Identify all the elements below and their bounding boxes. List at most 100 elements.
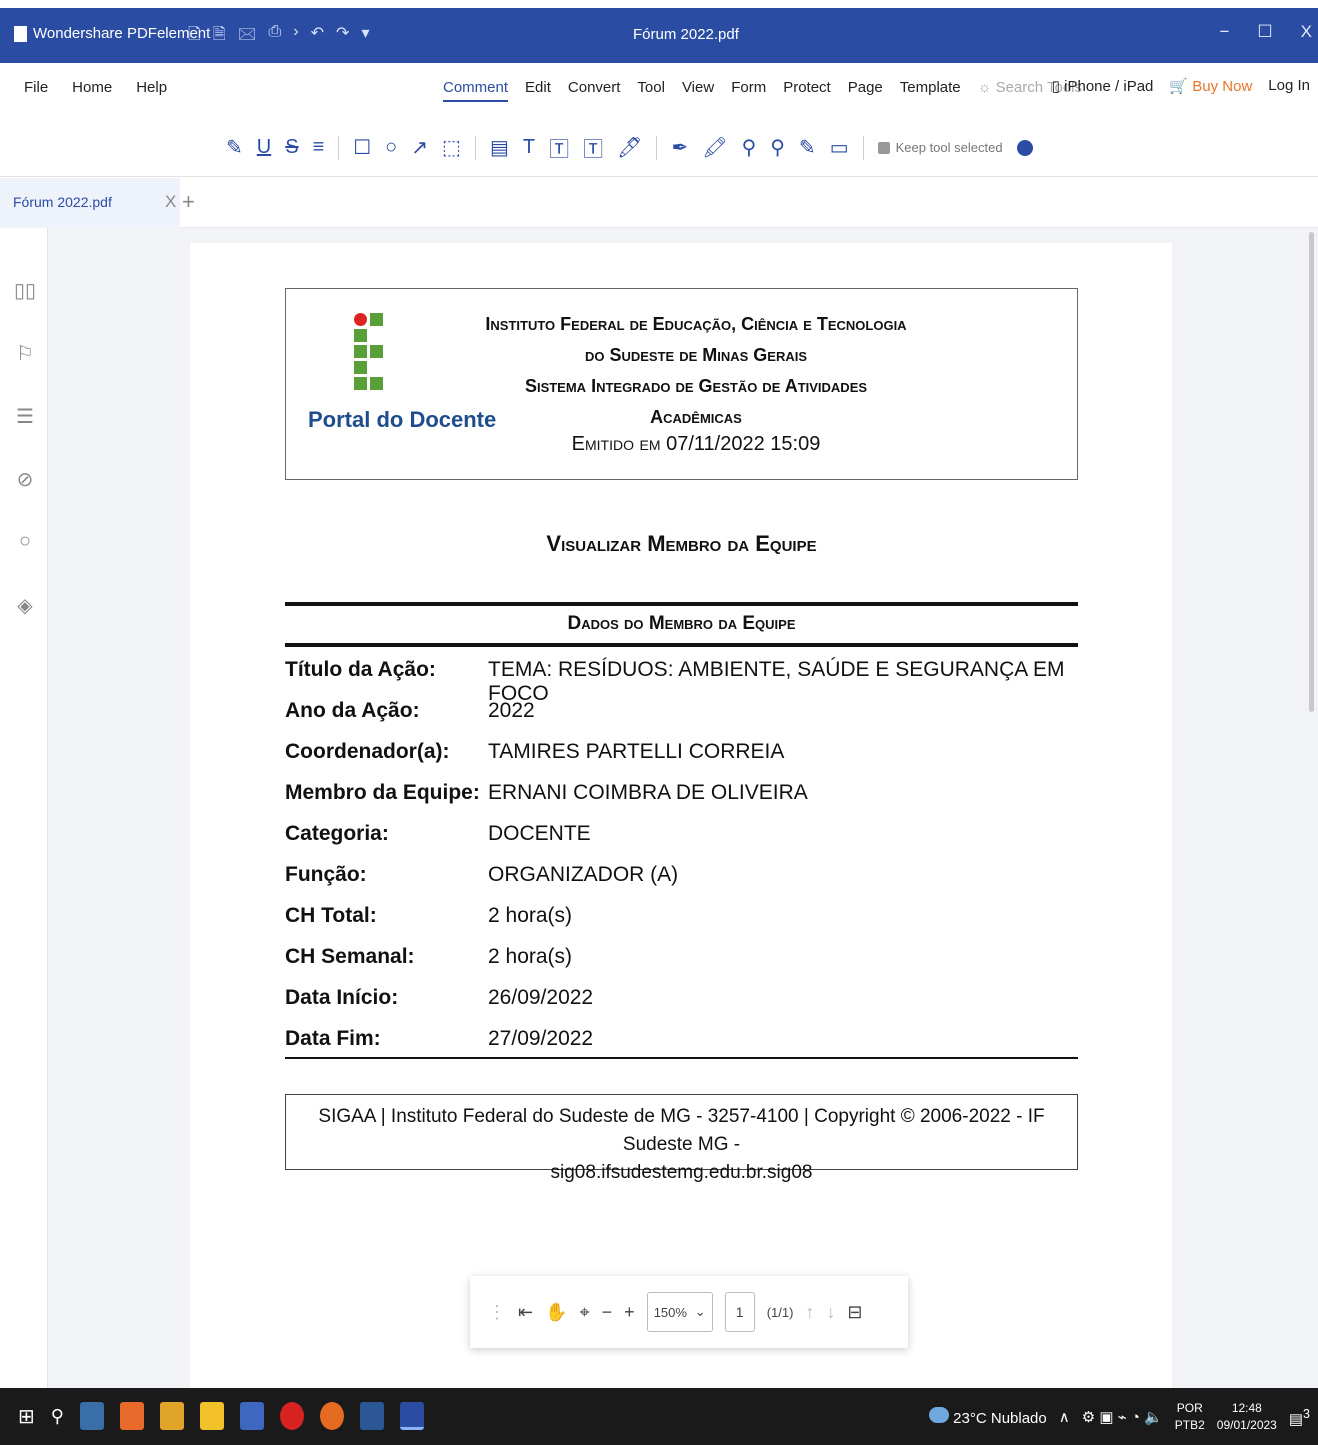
notification-icon[interactable]: ▤3 [1289,1407,1310,1428]
hand-tool-icon[interactable]: ✋ [545,1302,567,1323]
institution-line: Instituto Federal de Educação, Ciência e… [485,314,907,334]
tab-form[interactable]: Form [731,79,766,102]
area-shape-icon[interactable]: ⬚ [442,135,461,160]
windows-start-icon[interactable]: ⊞ [18,1404,35,1429]
document-tab[interactable]: Fórum 2022.pdf X [0,178,180,228]
maximize-button[interactable]: ☐ [1257,22,1272,42]
field-row: Data Início: 26/09/2022 [285,986,1078,1027]
field-label: Data Fim: [285,1027,381,1050]
document-viewer[interactable]: Portal do Docente Instituto Federal de E… [48,228,1318,1388]
stamp-icon[interactable]: ⚲ [742,135,757,160]
menu-file[interactable]: File [24,79,48,96]
page-title: Visualizar Membro da Equipe [546,531,817,556]
section-rule [285,1057,1078,1059]
eraser-icon[interactable]: 🖍 [702,135,727,160]
hide-comments-icon[interactable] [1016,139,1033,156]
drag-handle-icon[interactable]: ⋮ [488,1302,506,1323]
replace-text-icon[interactable]: ≡ [313,136,325,159]
calculator-icon[interactable] [79,1402,104,1430]
print-icon[interactable]: ⎙ [268,23,281,50]
tab-view[interactable]: View [682,79,714,102]
word-icon[interactable] [359,1402,384,1430]
close-tab-icon[interactable]: X [165,192,176,212]
text-icon[interactable]: T [523,136,535,159]
opera-icon[interactable] [279,1402,304,1430]
search-taskbar-icon[interactable]: ⚲ [51,1406,64,1427]
customize-icon[interactable]: ▾ [361,23,369,50]
tab-edit[interactable]: Edit [525,79,551,102]
new-tab-icon[interactable]: + [182,189,195,215]
new-file-icon[interactable]: 🗋 [188,23,201,50]
sticky-note-icon[interactable]: ▤ [490,135,509,160]
oval-icon[interactable]: ○ [385,136,397,159]
vertical-scrollbar[interactable] [1309,232,1314,712]
app-icon[interactable] [239,1402,264,1430]
highlight-icon[interactable]: ✎ [226,135,243,160]
left-sidebar: ▯▯ ⚐ ☰ ⊘ ○ ◈ ▶ [0,228,56,1388]
measure-icon[interactable]: ▭ [830,135,849,160]
pencil-icon[interactable]: ✒ [671,135,688,160]
select-tool-icon[interactable]: ⌖ [580,1302,590,1323]
menu-home[interactable]: Home [72,79,112,96]
tab-template[interactable]: Template [900,79,961,102]
undo-icon[interactable]: ↶ [311,23,324,50]
minimize-button[interactable]: − [1219,22,1229,42]
field-value: 26/09/2022 [488,986,594,1009]
text-box-icon[interactable]: 🅃 [549,133,569,162]
arrow-icon[interactable]: ↗ [411,135,428,160]
section-rule [285,602,1078,606]
comment-list-icon[interactable]: ☰ [14,404,36,428]
redo-icon[interactable]: ↷ [336,23,349,50]
email-icon[interactable]: 🖂 [238,23,257,50]
bookmark-icon[interactable]: ⚐ [14,341,36,365]
language-indicator[interactable]: POR PTB2 [1175,1400,1205,1434]
tab-comment[interactable]: Comment [443,79,509,102]
menu-help[interactable]: Help [136,79,167,96]
tab-tool[interactable]: Tool [637,79,665,102]
clock-time: 12:48 [1231,1401,1262,1415]
field-row: Título da Ação: TEMA: RESÍDUOS: AMBIENTE… [285,658,1078,705]
zoom-out-icon[interactable]: − [602,1302,613,1323]
tab-page[interactable]: Page [848,79,883,102]
weather-widget[interactable]: 23°C Nublado [929,1407,1047,1427]
file-explorer-icon[interactable] [199,1402,224,1430]
open-file-icon[interactable]: 🗎 [213,23,226,50]
device-label: iPhone / iPad [1064,78,1154,95]
close-button[interactable]: X [1301,22,1312,42]
login-button[interactable]: Log In [1268,77,1310,95]
zoom-in-icon[interactable]: + [624,1302,635,1323]
field-value: 2022 [488,699,535,722]
sticky-notes-icon[interactable] [159,1402,184,1430]
previous-page-icon[interactable]: ↑ [805,1302,814,1323]
attachment-icon[interactable]: ⊘ [14,467,36,491]
notification-count: 3 [1303,1406,1310,1421]
underline-icon[interactable]: U [257,136,271,159]
page-layout-icon[interactable]: ⊟ [847,1302,862,1323]
share-icon[interactable]: › [293,23,298,50]
tab-convert[interactable]: Convert [568,79,621,102]
search-icon[interactable]: ○ [14,530,36,554]
typewriter-icon[interactable]: 🅃 [583,133,603,162]
tray-icons[interactable]: ⚙ ▣ ⌁ ◔ 🔈 [1082,1408,1163,1426]
buy-now-button[interactable]: 🛒 Buy Now [1169,77,1252,95]
strikethrough-icon[interactable]: S [285,136,298,159]
zoom-select[interactable]: 150% ⌄ [646,1292,713,1332]
keep-tool-selected-checkbox[interactable]: Keep tool selected [877,140,1003,155]
attachment-tool-icon[interactable]: 🖊 [617,135,642,160]
paint-icon[interactable] [119,1402,144,1430]
tray-chevron-icon[interactable]: ∧ [1059,1408,1070,1426]
field-value: ERNANI COIMBRA DE OLIVEIRA [488,781,808,804]
firefox-icon[interactable] [319,1402,344,1430]
device-link[interactable]: ▯ iPhone / iPad [1052,77,1154,95]
tab-protect[interactable]: Protect [783,79,831,102]
stamp-dropdown-icon[interactable]: ⚲ [770,135,785,160]
signature-icon[interactable]: ✎ [799,135,816,160]
rectangle-icon[interactable]: ☐ [353,135,371,160]
pdfelement-taskbar-icon[interactable] [399,1402,424,1430]
next-page-icon[interactable]: ↓ [826,1302,835,1323]
fit-width-icon[interactable]: ⇤ [518,1302,533,1323]
clock[interactable]: 12:48 09/01/2023 [1217,1400,1277,1434]
layers-icon[interactable]: ◈ [14,593,36,617]
page-number-input[interactable]: 1 [724,1292,755,1332]
thumbnails-icon[interactable]: ▯▯ [14,278,36,302]
